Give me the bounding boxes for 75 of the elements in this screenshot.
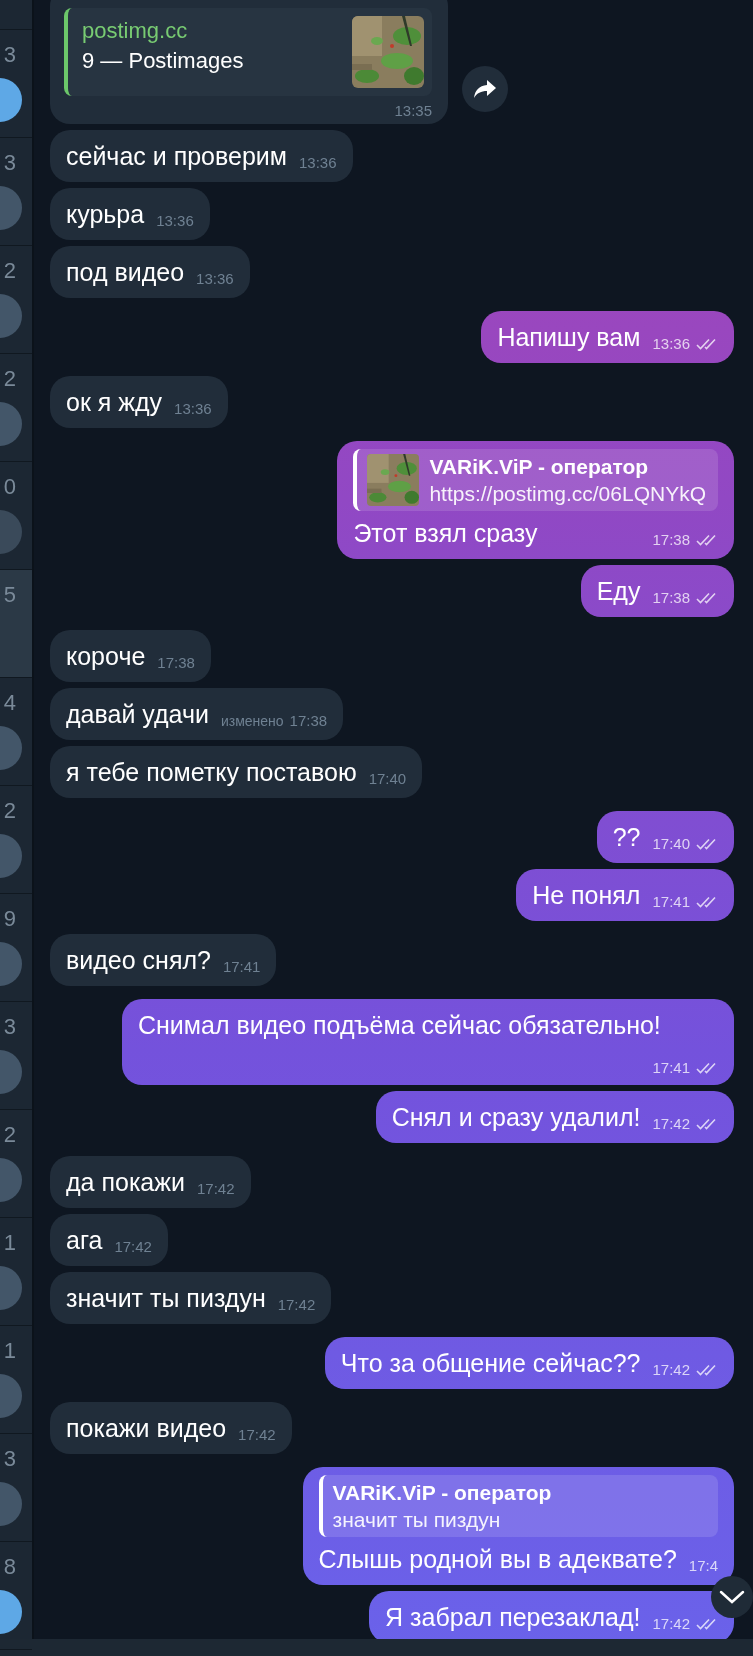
reply-quote[interactable]: VARiK.ViP - оператор значит ты пиздун (318, 1475, 718, 1537)
message-text: Я забрал перезаклад! (385, 1603, 641, 1631)
share-icon (474, 80, 496, 98)
reply-author: VARiK.ViP - оператор (429, 454, 650, 480)
chat-time: 9 (3, 906, 16, 932)
chat-time: 3 (3, 42, 16, 68)
message-time: 17:41 (222, 958, 261, 976)
message-text: я тебе пометку поставою (66, 758, 357, 786)
message-text: ок я жду (66, 388, 163, 416)
message-time: 17:42 (238, 1426, 276, 1444)
message-text: давай удачи (66, 700, 209, 728)
chevron-down-icon (719, 1590, 745, 1604)
message-text: Напишу вам (497, 323, 641, 351)
message-text: видео снял? (66, 946, 211, 974)
reply-quote[interactable]: VARiK.ViP - оператор https://postimg.cc/06LQNYkQ (353, 449, 718, 511)
message-time: 17:38 (157, 654, 195, 672)
message-time: 17:38 (289, 712, 328, 730)
message-text: под видео (66, 258, 185, 286)
message-text: Снимал видео подъёма сейчас обязательно! (138, 1011, 661, 1039)
chat-time: 3 (3, 1446, 16, 1472)
message-text: Снял и сразу удалил! (391, 1103, 641, 1131)
chat-time: 3 (3, 1014, 16, 1040)
message-text: ага (66, 1226, 103, 1254)
message-time: 17:38 (652, 531, 690, 549)
message-time: 17:42 (652, 1361, 690, 1379)
message-time: 13:36 (174, 400, 212, 418)
chat-time: 0 (3, 474, 16, 500)
message-text: покажи видео (66, 1414, 227, 1442)
message-text: да покажи (66, 1168, 185, 1196)
chat-list-item[interactable]: 5 (0, 570, 32, 678)
message-time: 13:36 (156, 212, 194, 230)
message-text: значит ты пиздун (66, 1284, 266, 1312)
link-preview-card[interactable]: postimg.cc 9 — Postimages (64, 8, 432, 96)
chat-time: 2 (3, 1122, 16, 1148)
message-text: Что за общение сейчас?? (340, 1349, 641, 1377)
message-text: Не понял (532, 881, 641, 909)
message-time: 17:42 (114, 1238, 152, 1256)
message-time: 17:42 (277, 1296, 316, 1314)
scroll-down-button[interactable] (711, 1576, 753, 1618)
chat-time: 1 (3, 1338, 16, 1364)
edited-label: изменено (220, 712, 284, 730)
message-text: курьра (66, 200, 145, 228)
chat-time: 4 (3, 690, 16, 716)
chat-time: 3 (3, 150, 16, 176)
chat-time: 2 (3, 258, 16, 284)
message-time: 13:36 (298, 154, 337, 172)
message-time: 13:36 (196, 270, 234, 288)
message-time: 17:4 (688, 1557, 718, 1575)
message-time: 17:42 (196, 1180, 235, 1198)
message-text: Слышь родной вы в адеквате? (318, 1545, 677, 1573)
message-time: 17:40 (368, 770, 407, 788)
chat-time: 8 (3, 1554, 16, 1580)
chat-time: 2 (3, 366, 16, 392)
message-text: сейчас и проверим (66, 142, 287, 170)
message-text: короче (66, 642, 146, 670)
message-time: 17:38 (652, 589, 690, 607)
message-time: 13:35 (394, 102, 432, 120)
reply-author: VARiK.ViP - оператор (332, 1480, 552, 1506)
message-time: 17:41 (652, 1059, 690, 1077)
chat-time: 2 (3, 798, 16, 824)
message-time: 17:42 (652, 1115, 690, 1133)
message-text: Этот взял сразу (353, 519, 538, 547)
link-site: postimg.cc (82, 17, 189, 45)
share-button[interactable] (462, 66, 508, 112)
message-time: 17:42 (652, 1615, 690, 1633)
reply-text: https://postimg.cc/06LQNYkQ (429, 481, 706, 507)
message-text: Еду (596, 577, 641, 605)
link-title: 9 — Postimages (82, 47, 244, 75)
chat-time: 5 (3, 582, 16, 608)
message-time: 17:41 (652, 893, 690, 911)
message-text: ?? (612, 823, 641, 851)
reply-text: значит ты пиздун (332, 1507, 502, 1533)
message-time: 13:36 (652, 335, 690, 353)
message-time: 17:40 (652, 835, 690, 853)
chat-time: 1 (3, 1230, 16, 1256)
